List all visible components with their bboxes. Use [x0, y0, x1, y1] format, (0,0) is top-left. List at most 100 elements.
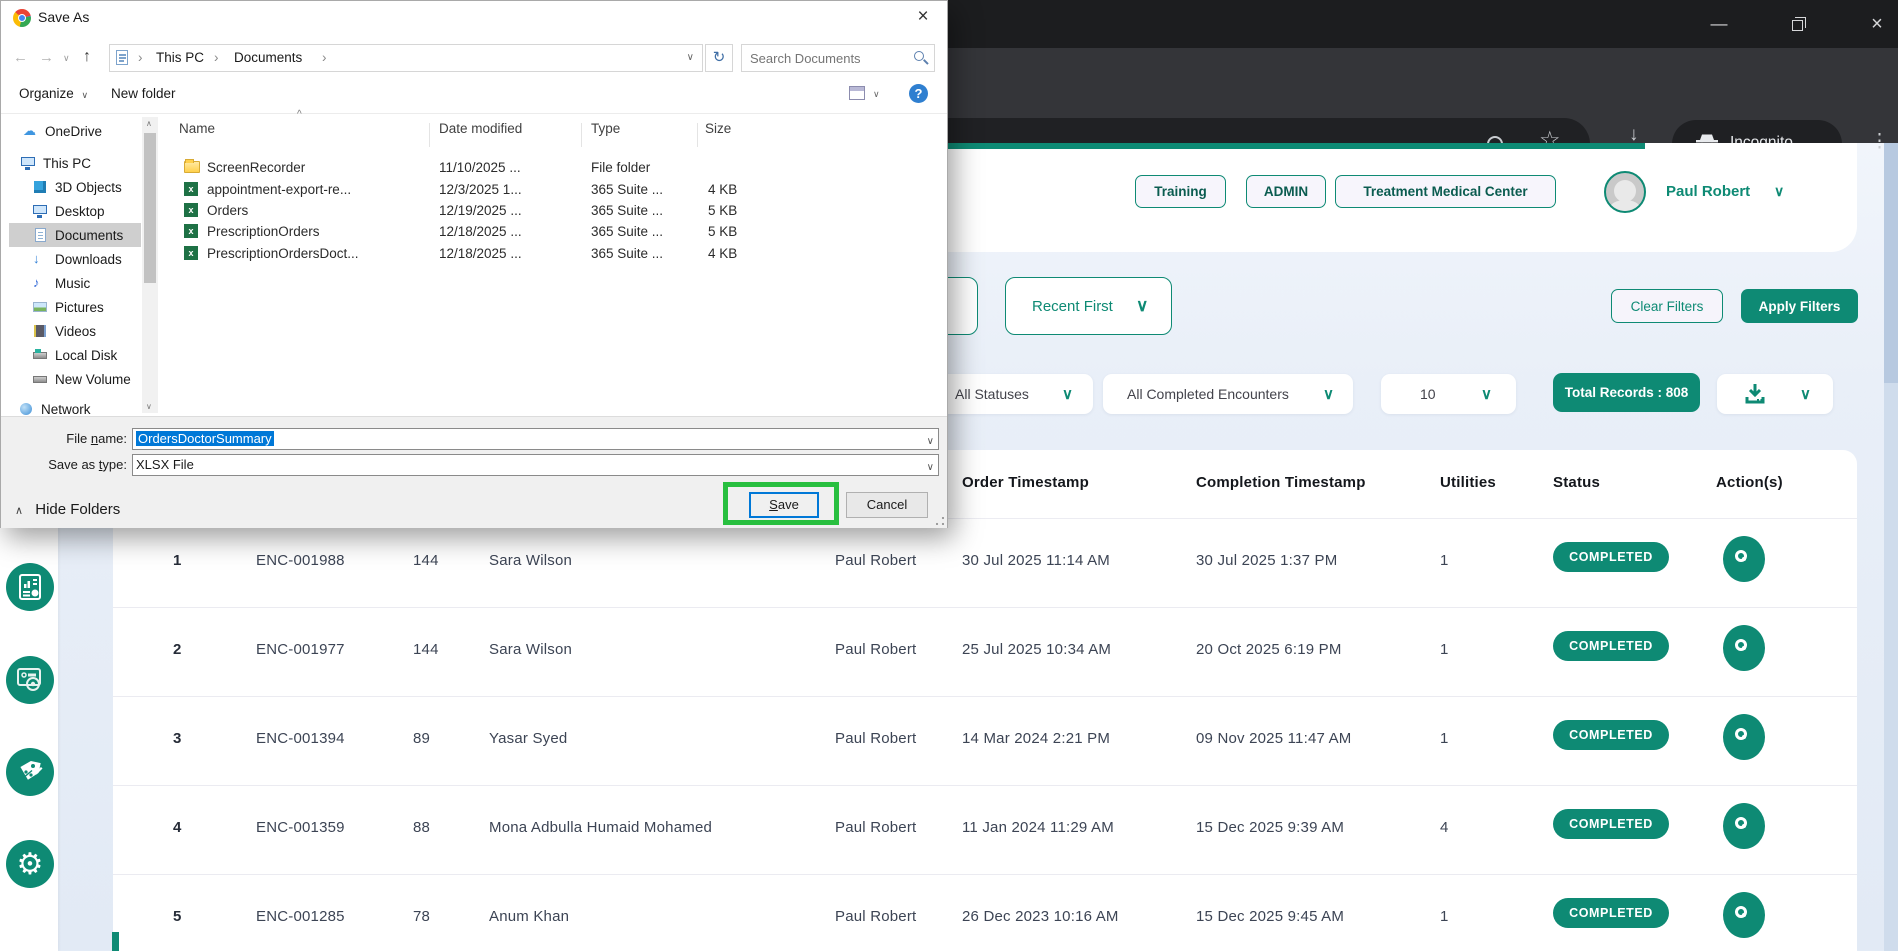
- sidebar-item-documents[interactable]: Documents: [9, 223, 141, 247]
- training-badge: Training: [1135, 175, 1226, 208]
- forward-icon[interactable]: →: [39, 49, 54, 66]
- reports-icon[interactable]: [6, 563, 54, 611]
- file-row[interactable]: x Orders 12/19/2025 ... 365 Suite ... 5 …: [163, 201, 947, 222]
- doctor-name: Paul Robert: [835, 908, 916, 925]
- hide-folders-button[interactable]: ∧ Hide Folders: [15, 501, 120, 518]
- sidebar-item-pictures[interactable]: Pictures: [9, 295, 141, 319]
- sidebar-item-music[interactable]: ♪ Music: [9, 271, 141, 295]
- apply-filters-button[interactable]: Apply Filters: [1741, 289, 1858, 323]
- sort-dropdown[interactable]: Recent First ∨: [1005, 277, 1172, 335]
- minimize-button[interactable]: —: [1704, 14, 1734, 36]
- breadcrumb-sep: ›: [322, 50, 327, 65]
- refresh-icon[interactable]: ↻: [705, 44, 733, 72]
- file-name-chevron-icon[interactable]: ∨: [927, 432, 934, 452]
- pictures-icon: [33, 300, 49, 314]
- pricing-tag-icon[interactable]: [6, 748, 54, 796]
- view-action-button[interactable]: [1723, 536, 1765, 582]
- table-row: 4 ENC-001359 88 Mona Adbulla Humaid Moha…: [113, 786, 1857, 875]
- page-size-dropdown[interactable]: 10 ∨: [1381, 374, 1516, 414]
- user-chevron-down-icon[interactable]: ∨: [1774, 183, 1784, 200]
- up-icon[interactable]: ↑: [83, 48, 91, 66]
- downloads-icon: ↓: [33, 252, 49, 266]
- nav-scrollbar[interactable]: ∧ ∨: [142, 117, 158, 413]
- resize-grip[interactable]: [936, 517, 944, 525]
- file-row[interactable]: ScreenRecorder 11/10/2025 ... File folde…: [163, 158, 947, 179]
- dialog-close-icon[interactable]: ×: [906, 6, 940, 28]
- col-name[interactable]: Name: [179, 121, 215, 136]
- help-icon[interactable]: ?: [909, 84, 928, 103]
- videos-icon: [33, 324, 49, 338]
- view-action-button[interactable]: [1723, 714, 1765, 760]
- patient-name: Mona Adbulla Humaid Mohamed: [489, 819, 712, 836]
- utilities-count: 1: [1440, 641, 1449, 658]
- col-date-modified[interactable]: Date modified: [439, 121, 522, 136]
- desktop-icon: [33, 204, 49, 218]
- encounter-filter-dropdown[interactable]: All Completed Encounters ∨: [1103, 374, 1353, 414]
- page-scrollbar-thumb[interactable]: [1884, 143, 1898, 383]
- close-window-button[interactable]: ×: [1862, 14, 1892, 36]
- sidebar-item-this-pc[interactable]: This PC: [9, 151, 141, 175]
- col-type[interactable]: Type: [591, 121, 620, 136]
- view-mode-icon[interactable]: [849, 86, 865, 100]
- file-row[interactable]: x PrescriptionOrdersDoct... 12/18/2025 .…: [163, 244, 947, 265]
- sidebar-item-downloads[interactable]: ↓ Downloads: [9, 247, 141, 271]
- scroll-down-icon[interactable]: ∨: [146, 402, 152, 411]
- status-badge: COMPLETED: [1553, 542, 1669, 572]
- sidebar-item-videos[interactable]: Videos: [9, 319, 141, 343]
- patient-name: Anum Khan: [489, 908, 569, 925]
- user-avatar[interactable]: [1604, 171, 1646, 213]
- view-action-button[interactable]: [1723, 625, 1765, 671]
- history-chevron-icon[interactable]: ∨: [63, 53, 70, 64]
- breadcrumb-documents[interactable]: Documents: [234, 50, 302, 65]
- save-as-type-chevron-icon[interactable]: ∨: [927, 458, 934, 478]
- organize-menu[interactable]: Organize ∨: [19, 86, 88, 101]
- completion-timestamp: 09 Nov 2025 11:47 AM: [1196, 730, 1352, 747]
- encounter-filter-value: All Completed Encounters: [1127, 386, 1289, 402]
- breadcrumb-this-pc[interactable]: This PC: [156, 50, 204, 65]
- cancel-button[interactable]: Cancel: [846, 492, 928, 518]
- completion-timestamp: 15 Dec 2025 9:39 AM: [1196, 819, 1344, 836]
- view-action-button[interactable]: [1723, 892, 1765, 938]
- nav-scroll-thumb[interactable]: [144, 133, 156, 283]
- sort-chevron-down-icon: ∨: [1136, 296, 1148, 316]
- save-as-type-select[interactable]: XLSX File ∨: [132, 454, 939, 476]
- search-placeholder: Search Documents: [750, 51, 861, 66]
- total-records-badge: Total Records : 808: [1553, 373, 1700, 412]
- sort-caret-icon[interactable]: ^: [297, 109, 302, 120]
- page-size-chevron-down-icon: ∨: [1481, 385, 1492, 403]
- export-dropdown[interactable]: ∨: [1717, 374, 1833, 414]
- sidebar-item-3d-objects[interactable]: 3D Objects: [9, 175, 141, 199]
- workflow-icon[interactable]: [6, 656, 54, 704]
- table-row: 5 ENC-001285 78 Anum Khan Paul Robert 26…: [113, 875, 1857, 951]
- search-input[interactable]: Search Documents: [741, 44, 935, 72]
- patient-id: 89: [413, 730, 430, 747]
- music-icon: ♪: [33, 276, 49, 290]
- file-row[interactable]: x PrescriptionOrders 12/18/2025 ... 365 …: [163, 222, 947, 243]
- sidebar-item-desktop[interactable]: Desktop: [9, 199, 141, 223]
- divider: [1, 113, 947, 114]
- file-name-input[interactable]: OrdersDoctorSummary ∨: [132, 428, 939, 450]
- scroll-indicator: [112, 932, 119, 951]
- breadcrumb[interactable]: › This PC › Documents › ∨: [109, 44, 703, 72]
- doctor-name: Paul Robert: [835, 552, 916, 569]
- address-chevron-icon[interactable]: ∨: [687, 52, 694, 63]
- encounter-id: ENC-001359: [256, 819, 345, 836]
- settings-gear-icon[interactable]: ⚙: [6, 840, 54, 888]
- view-chevron-icon[interactable]: ∨: [873, 89, 880, 100]
- user-menu[interactable]: Paul Robert: [1666, 183, 1750, 200]
- new-folder-button[interactable]: New folder: [111, 86, 176, 101]
- restore-button[interactable]: [1784, 14, 1814, 36]
- scroll-up-icon[interactable]: ∧: [146, 119, 152, 128]
- file-row[interactable]: x appointment-export-re... 12/3/2025 1..…: [163, 180, 947, 201]
- col-size[interactable]: Size: [705, 121, 731, 136]
- col-utilities: Utilities: [1440, 474, 1496, 491]
- patient-id: 78: [413, 908, 430, 925]
- sidebar-item-local-disk[interactable]: Local Disk: [9, 343, 141, 367]
- view-action-button[interactable]: [1723, 803, 1765, 849]
- sidebar-item-onedrive[interactable]: ☁ OneDrive: [9, 119, 141, 143]
- back-icon[interactable]: ←: [13, 49, 28, 66]
- sidebar-item-new-volume[interactable]: New Volume: [9, 367, 141, 391]
- dialog-titlebar[interactable]: Save As ×: [1, 1, 947, 35]
- clear-filters-button[interactable]: Clear Filters: [1611, 289, 1723, 323]
- patient-name: Sara Wilson: [489, 641, 572, 658]
